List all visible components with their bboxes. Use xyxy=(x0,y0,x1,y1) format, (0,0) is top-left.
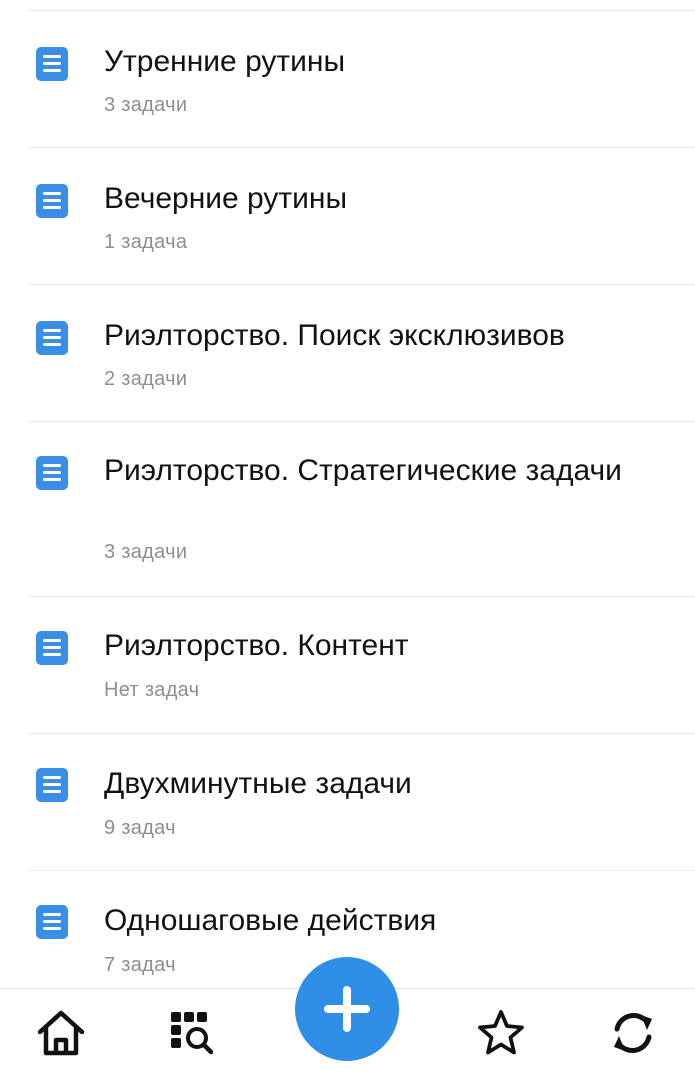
document-icon xyxy=(36,631,68,665)
lists-container: Утренние рутины 3 задачи Вечерние рутины… xyxy=(0,0,695,988)
add-list-button[interactable] xyxy=(295,957,399,1061)
document-icon xyxy=(36,768,68,802)
list-item-count: Нет задач xyxy=(104,679,200,701)
tab-browse[interactable] xyxy=(160,1003,220,1063)
list-item[interactable]: Риэлторство. Контент Нет задач xyxy=(0,597,695,734)
document-icon xyxy=(36,456,68,490)
document-icon xyxy=(36,321,68,355)
tab-sync[interactable] xyxy=(603,1003,663,1063)
home-icon xyxy=(37,1010,85,1056)
list-item[interactable]: Двухминутные задачи 9 задач xyxy=(0,734,695,871)
list-item-title: Утренние рутины xyxy=(104,45,346,78)
list-item[interactable]: Риэлторство. Стратегические задачи 3 зад… xyxy=(0,422,695,597)
list-item[interactable]: Вечерние рутины 1 задача xyxy=(0,148,695,285)
list-item-title: Риэлторство. Поиск эксклюзивов xyxy=(104,319,565,352)
grid-search-icon xyxy=(171,1012,214,1055)
list-item-count: 2 задачи xyxy=(104,368,188,390)
app-screen: Утренние рутины 3 задачи Вечерние рутины… xyxy=(0,0,695,1080)
list-item[interactable]: Утренние рутины 3 задачи xyxy=(0,11,695,148)
sync-icon xyxy=(614,1013,652,1053)
list-item-count: 3 задачи xyxy=(104,541,188,563)
document-icon xyxy=(36,47,68,81)
document-icon xyxy=(36,184,68,218)
list-item-title: Риэлторство. Стратегические задачи xyxy=(104,454,622,487)
list-item-count: 9 задач xyxy=(104,817,176,839)
list-item-title: Вечерние рутины xyxy=(104,182,348,215)
list-item-count: 7 задач xyxy=(104,954,176,976)
list-item-title: Двухминутные задачи xyxy=(104,767,412,800)
tab-home[interactable] xyxy=(31,1003,91,1063)
list-item-title: Риэлторство. Контент xyxy=(104,629,409,662)
document-icon xyxy=(36,905,68,939)
list-item-count: 3 задачи xyxy=(104,94,188,116)
tab-favorites[interactable] xyxy=(471,1003,531,1063)
list-item[interactable]: Риэлторство. Поиск эксклюзивов 2 задачи xyxy=(0,285,695,422)
star-icon xyxy=(478,1010,524,1055)
list-item-title: Одношаговые действия xyxy=(104,904,437,937)
list-item-count: 1 задача xyxy=(104,231,188,253)
